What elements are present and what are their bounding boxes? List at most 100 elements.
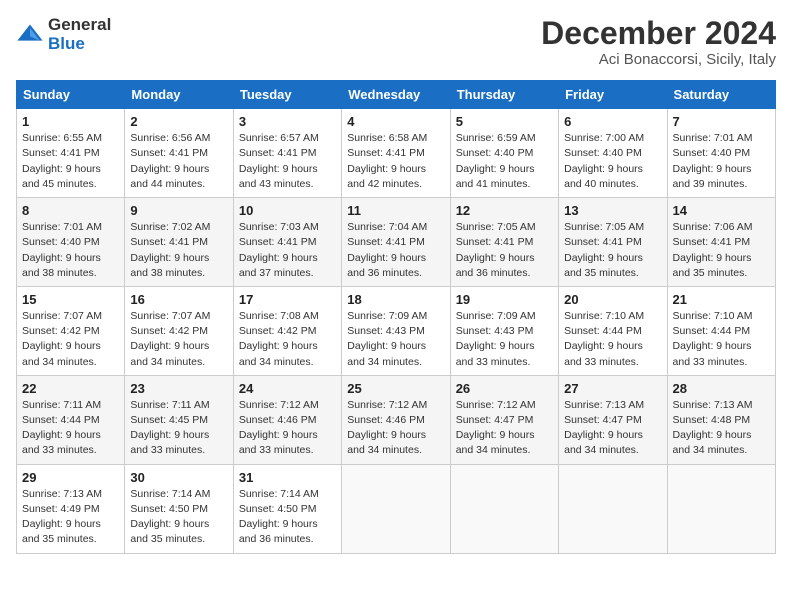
calendar-cell: 25 Sunrise: 7:12 AMSunset: 4:46 PMDaylig…: [342, 375, 450, 464]
calendar-cell: 21 Sunrise: 7:10 AMSunset: 4:44 PMDaylig…: [667, 286, 775, 375]
day-info: Sunrise: 6:55 AMSunset: 4:41 PMDaylight:…: [22, 131, 119, 192]
day-number: 24: [239, 381, 336, 396]
day-info: Sunrise: 7:14 AMSunset: 4:50 PMDaylight:…: [239, 487, 336, 548]
day-number: 16: [130, 292, 227, 307]
calendar-cell: 18 Sunrise: 7:09 AMSunset: 4:43 PMDaylig…: [342, 286, 450, 375]
day-info: Sunrise: 7:09 AMSunset: 4:43 PMDaylight:…: [456, 309, 553, 370]
day-number: 10: [239, 203, 336, 218]
day-number: 23: [130, 381, 227, 396]
day-number: 22: [22, 381, 119, 396]
day-info: Sunrise: 7:05 AMSunset: 4:41 PMDaylight:…: [564, 220, 661, 281]
calendar-week-5: 29 Sunrise: 7:13 AMSunset: 4:49 PMDaylig…: [17, 464, 776, 553]
calendar-cell: 27 Sunrise: 7:13 AMSunset: 4:47 PMDaylig…: [559, 375, 667, 464]
calendar-cell: 12 Sunrise: 7:05 AMSunset: 4:41 PMDaylig…: [450, 198, 558, 287]
day-number: 5: [456, 114, 553, 129]
header-friday: Friday: [559, 81, 667, 109]
day-info: Sunrise: 7:09 AMSunset: 4:43 PMDaylight:…: [347, 309, 444, 370]
day-number: 6: [564, 114, 661, 129]
calendar-cell: [667, 464, 775, 553]
header-wednesday: Wednesday: [342, 81, 450, 109]
header-monday: Monday: [125, 81, 233, 109]
day-number: 28: [673, 381, 770, 396]
day-number: 2: [130, 114, 227, 129]
calendar-cell: 1 Sunrise: 6:55 AMSunset: 4:41 PMDayligh…: [17, 109, 125, 198]
calendar-cell: 29 Sunrise: 7:13 AMSunset: 4:49 PMDaylig…: [17, 464, 125, 553]
day-number: 12: [456, 203, 553, 218]
calendar-week-2: 8 Sunrise: 7:01 AMSunset: 4:40 PMDayligh…: [17, 198, 776, 287]
calendar-cell: 8 Sunrise: 7:01 AMSunset: 4:40 PMDayligh…: [17, 198, 125, 287]
day-info: Sunrise: 7:07 AMSunset: 4:42 PMDaylight:…: [130, 309, 227, 370]
day-number: 14: [673, 203, 770, 218]
calendar-cell: [342, 464, 450, 553]
day-info: Sunrise: 7:10 AMSunset: 4:44 PMDaylight:…: [673, 309, 770, 370]
day-info: Sunrise: 6:59 AMSunset: 4:40 PMDaylight:…: [456, 131, 553, 192]
day-number: 18: [347, 292, 444, 307]
day-number: 7: [673, 114, 770, 129]
calendar-cell: 14 Sunrise: 7:06 AMSunset: 4:41 PMDaylig…: [667, 198, 775, 287]
calendar-cell: 16 Sunrise: 7:07 AMSunset: 4:42 PMDaylig…: [125, 286, 233, 375]
day-number: 27: [564, 381, 661, 396]
calendar-cell: 10 Sunrise: 7:03 AMSunset: 4:41 PMDaylig…: [233, 198, 341, 287]
day-number: 30: [130, 470, 227, 485]
header-sunday: Sunday: [17, 81, 125, 109]
day-info: Sunrise: 7:01 AMSunset: 4:40 PMDaylight:…: [22, 220, 119, 281]
logo-general-text: General: [48, 16, 111, 35]
calendar-title: December 2024: [541, 16, 776, 51]
day-info: Sunrise: 7:01 AMSunset: 4:40 PMDaylight:…: [673, 131, 770, 192]
calendar-cell: 15 Sunrise: 7:07 AMSunset: 4:42 PMDaylig…: [17, 286, 125, 375]
day-info: Sunrise: 6:57 AMSunset: 4:41 PMDaylight:…: [239, 131, 336, 192]
day-number: 11: [347, 203, 444, 218]
calendar-cell: 30 Sunrise: 7:14 AMSunset: 4:50 PMDaylig…: [125, 464, 233, 553]
day-number: 20: [564, 292, 661, 307]
calendar-table: Sunday Monday Tuesday Wednesday Thursday…: [16, 80, 776, 553]
logo: General Blue: [16, 16, 111, 53]
day-number: 3: [239, 114, 336, 129]
calendar-week-3: 15 Sunrise: 7:07 AMSunset: 4:42 PMDaylig…: [17, 286, 776, 375]
day-number: 1: [22, 114, 119, 129]
day-number: 31: [239, 470, 336, 485]
day-info: Sunrise: 7:11 AMSunset: 4:44 PMDaylight:…: [22, 398, 119, 459]
calendar-cell: 9 Sunrise: 7:02 AMSunset: 4:41 PMDayligh…: [125, 198, 233, 287]
calendar-cell: 22 Sunrise: 7:11 AMSunset: 4:44 PMDaylig…: [17, 375, 125, 464]
day-info: Sunrise: 7:12 AMSunset: 4:46 PMDaylight:…: [347, 398, 444, 459]
day-number: 26: [456, 381, 553, 396]
calendar-header: Sunday Monday Tuesday Wednesday Thursday…: [17, 81, 776, 109]
day-info: Sunrise: 7:13 AMSunset: 4:49 PMDaylight:…: [22, 487, 119, 548]
day-info: Sunrise: 7:13 AMSunset: 4:47 PMDaylight:…: [564, 398, 661, 459]
header-thursday: Thursday: [450, 81, 558, 109]
day-info: Sunrise: 7:12 AMSunset: 4:47 PMDaylight:…: [456, 398, 553, 459]
calendar-week-1: 1 Sunrise: 6:55 AMSunset: 4:41 PMDayligh…: [17, 109, 776, 198]
calendar-cell: 3 Sunrise: 6:57 AMSunset: 4:41 PMDayligh…: [233, 109, 341, 198]
calendar-cell: 4 Sunrise: 6:58 AMSunset: 4:41 PMDayligh…: [342, 109, 450, 198]
day-info: Sunrise: 7:11 AMSunset: 4:45 PMDaylight:…: [130, 398, 227, 459]
calendar-subtitle: Aci Bonaccorsi, Sicily, Italy: [541, 51, 776, 68]
calendar-cell: [559, 464, 667, 553]
day-info: Sunrise: 7:03 AMSunset: 4:41 PMDaylight:…: [239, 220, 336, 281]
calendar-cell: 19 Sunrise: 7:09 AMSunset: 4:43 PMDaylig…: [450, 286, 558, 375]
day-info: Sunrise: 7:07 AMSunset: 4:42 PMDaylight:…: [22, 309, 119, 370]
calendar-cell: [450, 464, 558, 553]
day-info: Sunrise: 6:58 AMSunset: 4:41 PMDaylight:…: [347, 131, 444, 192]
day-number: 4: [347, 114, 444, 129]
day-info: Sunrise: 7:12 AMSunset: 4:46 PMDaylight:…: [239, 398, 336, 459]
calendar-cell: 31 Sunrise: 7:14 AMSunset: 4:50 PMDaylig…: [233, 464, 341, 553]
calendar-body: 1 Sunrise: 6:55 AMSunset: 4:41 PMDayligh…: [17, 109, 776, 553]
calendar-cell: 23 Sunrise: 7:11 AMSunset: 4:45 PMDaylig…: [125, 375, 233, 464]
logo-blue-text: Blue: [48, 35, 111, 54]
day-number: 17: [239, 292, 336, 307]
day-info: Sunrise: 7:08 AMSunset: 4:42 PMDaylight:…: [239, 309, 336, 370]
title-block: December 2024 Aci Bonaccorsi, Sicily, It…: [541, 16, 776, 68]
calendar-cell: 2 Sunrise: 6:56 AMSunset: 4:41 PMDayligh…: [125, 109, 233, 198]
header-tuesday: Tuesday: [233, 81, 341, 109]
calendar-cell: 11 Sunrise: 7:04 AMSunset: 4:41 PMDaylig…: [342, 198, 450, 287]
day-number: 8: [22, 203, 119, 218]
day-number: 25: [347, 381, 444, 396]
calendar-cell: 24 Sunrise: 7:12 AMSunset: 4:46 PMDaylig…: [233, 375, 341, 464]
page-header: General Blue December 2024 Aci Bonaccors…: [16, 16, 776, 68]
day-info: Sunrise: 7:02 AMSunset: 4:41 PMDaylight:…: [130, 220, 227, 281]
day-number: 19: [456, 292, 553, 307]
calendar-cell: 5 Sunrise: 6:59 AMSunset: 4:40 PMDayligh…: [450, 109, 558, 198]
day-number: 29: [22, 470, 119, 485]
calendar-cell: 20 Sunrise: 7:10 AMSunset: 4:44 PMDaylig…: [559, 286, 667, 375]
calendar-cell: 7 Sunrise: 7:01 AMSunset: 4:40 PMDayligh…: [667, 109, 775, 198]
